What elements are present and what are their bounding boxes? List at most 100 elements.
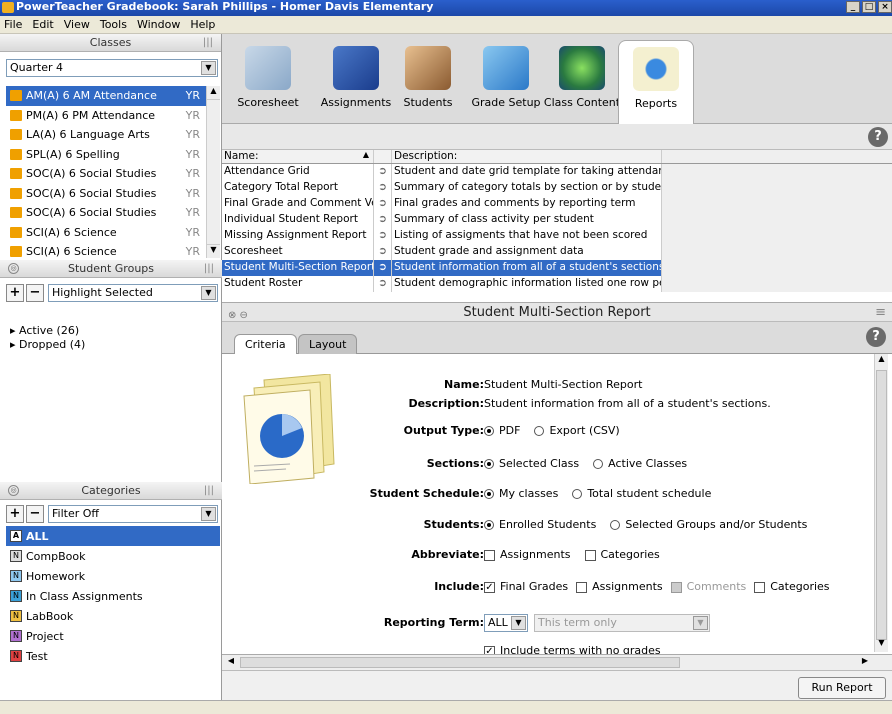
category-item[interactable]: N LabBook <box>6 606 220 626</box>
menu-view[interactable]: View <box>64 18 90 31</box>
remove-button[interactable]: − <box>26 284 44 302</box>
scroll-up-icon[interactable]: ▲ <box>875 354 888 368</box>
arrow-right-icon[interactable]: ➲ <box>374 244 392 260</box>
chevron-down-icon[interactable]: ▼ <box>201 286 216 300</box>
category-item[interactable]: N Test <box>6 646 220 666</box>
abbrev-categories-checkbox[interactable]: Categories <box>584 546 660 564</box>
minimize-icon[interactable]: _ <box>846 1 860 13</box>
arrow-right-icon[interactable]: ➲ <box>374 276 392 292</box>
col-desc-header[interactable]: Description: <box>392 150 662 163</box>
arrow-right-icon[interactable]: ➲ <box>374 196 392 212</box>
class-item[interactable]: SCI(A) 6 Science YR <box>6 242 220 258</box>
class-list-scrollbar[interactable]: ▲ ▼ <box>206 86 220 258</box>
grip-icon[interactable]: ||| <box>204 482 214 499</box>
sections-active-radio[interactable]: Active Classes <box>593 455 687 473</box>
sections-selected-radio[interactable]: Selected Class <box>484 455 579 473</box>
menu-file[interactable]: File <box>4 18 22 31</box>
menu-edit[interactable]: Edit <box>32 18 53 31</box>
table-row[interactable]: Attendance Grid ➲ Student and date grid te… <box>222 164 892 180</box>
maximize-icon[interactable]: □ <box>862 1 876 13</box>
class-item[interactable]: SOC(A) 6 Social Studies YR <box>6 184 220 204</box>
table-row[interactable]: Category Total Report ➲ Summary of categor… <box>222 180 892 196</box>
add-button[interactable]: + <box>6 284 24 302</box>
output-pdf-radio[interactable]: PDF <box>484 422 520 440</box>
sort-up-icon[interactable]: ▲ <box>363 150 369 159</box>
table-row[interactable]: Individual Student Report ➲ Summary of cla… <box>222 212 892 228</box>
table-row[interactable]: Student Roster ➲ Student demographic infor… <box>222 276 892 292</box>
category-item[interactable]: N Homework <box>6 566 220 586</box>
scroll-right-icon[interactable]: ▶ <box>858 656 872 669</box>
help-icon[interactable]: ? <box>866 327 886 347</box>
chevron-down-icon[interactable]: ▼ <box>511 616 526 630</box>
group-item[interactable]: ▸ Active (26) <box>10 324 85 338</box>
arrow-right-icon[interactable]: ➲ <box>374 212 392 228</box>
table-row[interactable]: Missing Assignment Report ➲ Listing of ass… <box>222 228 892 244</box>
class-item[interactable]: PM(A) 6 PM Attendance YR <box>6 106 220 126</box>
scroll-down-icon[interactable]: ▼ <box>875 638 888 652</box>
arrow-right-icon[interactable]: ➲ <box>374 180 392 196</box>
collapse-icon[interactable]: ◎ <box>8 485 19 496</box>
menu-help[interactable]: Help <box>190 18 215 31</box>
scroll-up-icon[interactable]: ▲ <box>207 86 220 100</box>
category-item[interactable]: N In Class Assignments <box>6 586 220 606</box>
scroll-down-icon[interactable]: ▼ <box>207 244 220 258</box>
arrow-right-icon[interactable]: ➲ <box>374 228 392 244</box>
class-item[interactable]: SOC(A) 6 Social Studies YR <box>6 203 220 223</box>
toolbar-students[interactable]: Students <box>388 40 468 120</box>
chevron-down-icon[interactable]: ▼ <box>201 61 216 75</box>
grip-icon[interactable]: ||| <box>203 34 213 51</box>
reporting-term-select[interactable]: ALL ▼ <box>484 614 528 632</box>
abbrev-assignments-checkbox[interactable]: Assignments <box>484 546 571 564</box>
menu-icon[interactable]: ≡ <box>875 303 886 322</box>
category-item[interactable]: A ALL <box>6 526 220 546</box>
toolbar-class-content[interactable]: Class Content <box>542 40 622 120</box>
class-item[interactable]: LA(A) 6 Language Arts YR <box>6 125 220 145</box>
close-icon[interactable]: × <box>878 1 892 13</box>
menu-window[interactable]: Window <box>137 18 180 31</box>
include-comments-checkbox[interactable]: Comments <box>670 578 746 596</box>
term-scope-select[interactable]: This term only ▼ <box>534 614 710 632</box>
category-item[interactable]: N Project <box>6 626 220 646</box>
schedule-my-radio[interactable]: My classes <box>484 485 558 503</box>
chevron-down-icon[interactable]: ▼ <box>201 507 216 521</box>
include-terms-checkbox[interactable]: ✓ Include terms with no grades <box>484 642 661 654</box>
include-final-grades-checkbox[interactable]: ✓ Final Grades <box>484 578 568 596</box>
scroll-thumb[interactable] <box>876 370 887 640</box>
term-select[interactable]: Quarter 4 ▼ <box>6 59 218 77</box>
arrow-right-icon[interactable]: ➲ <box>374 260 392 276</box>
highlight-select[interactable]: Highlight Selected ▼ <box>48 284 218 302</box>
category-item[interactable]: N CompBook <box>6 546 220 566</box>
tab-layout[interactable]: Layout <box>298 334 358 354</box>
collapse-icon[interactable]: ◎ <box>8 263 19 274</box>
include-assignments-checkbox[interactable]: Assignments <box>576 578 663 596</box>
grip-icon[interactable]: ||| <box>204 260 214 277</box>
class-item[interactable]: SOC(A) 6 Social Studies YR <box>6 164 220 184</box>
add-button[interactable]: + <box>6 505 24 523</box>
students-selected-radio[interactable]: Selected Groups and/or Students <box>610 516 807 534</box>
group-item[interactable]: ▸ Dropped (4) <box>10 338 85 352</box>
class-item[interactable]: AM(A) 6 AM Attendance YR <box>6 86 220 106</box>
toolbar-grade-setup[interactable]: Grade Setup <box>466 40 546 120</box>
include-categories-checkbox[interactable]: Categories <box>754 578 830 596</box>
menu-tools[interactable]: Tools <box>100 18 127 31</box>
arrow-right-icon[interactable]: ➲ <box>374 164 392 180</box>
class-item[interactable]: SCI(A) 6 Science YR <box>6 223 220 243</box>
hscroll-thumb[interactable] <box>240 657 680 668</box>
tab-criteria[interactable]: Criteria <box>234 334 297 355</box>
chevron-down-icon[interactable]: ▼ <box>693 616 708 630</box>
class-item[interactable]: SPL(A) 6 Spelling YR <box>6 145 220 165</box>
criteria-scrollbar[interactable]: ▲ ▼ <box>874 354 888 652</box>
remove-button[interactable]: − <box>26 505 44 523</box>
category-filter-select[interactable]: Filter Off ▼ <box>48 505 218 523</box>
toolbar-assignments[interactable]: Assignments <box>316 40 396 120</box>
criteria-hscrollbar[interactable]: ◀ ▶ <box>222 654 892 670</box>
scroll-left-icon[interactable]: ◀ <box>224 656 238 669</box>
schedule-total-radio[interactable]: Total student schedule <box>572 485 711 503</box>
help-icon[interactable]: ? <box>868 127 888 147</box>
table-row[interactable]: Final Grade and Comment Ver...➲Final gra… <box>222 196 892 212</box>
col-name-header[interactable]: Name: ▲ <box>222 150 374 163</box>
students-enrolled-radio[interactable]: Enrolled Students <box>484 516 596 534</box>
table-row[interactable]: Scoresheet ➲ Student grade and assignment … <box>222 244 892 260</box>
toolbar-scoresheet[interactable]: Scoresheet <box>228 40 308 120</box>
output-csv-radio[interactable]: Export (CSV) <box>534 422 620 440</box>
